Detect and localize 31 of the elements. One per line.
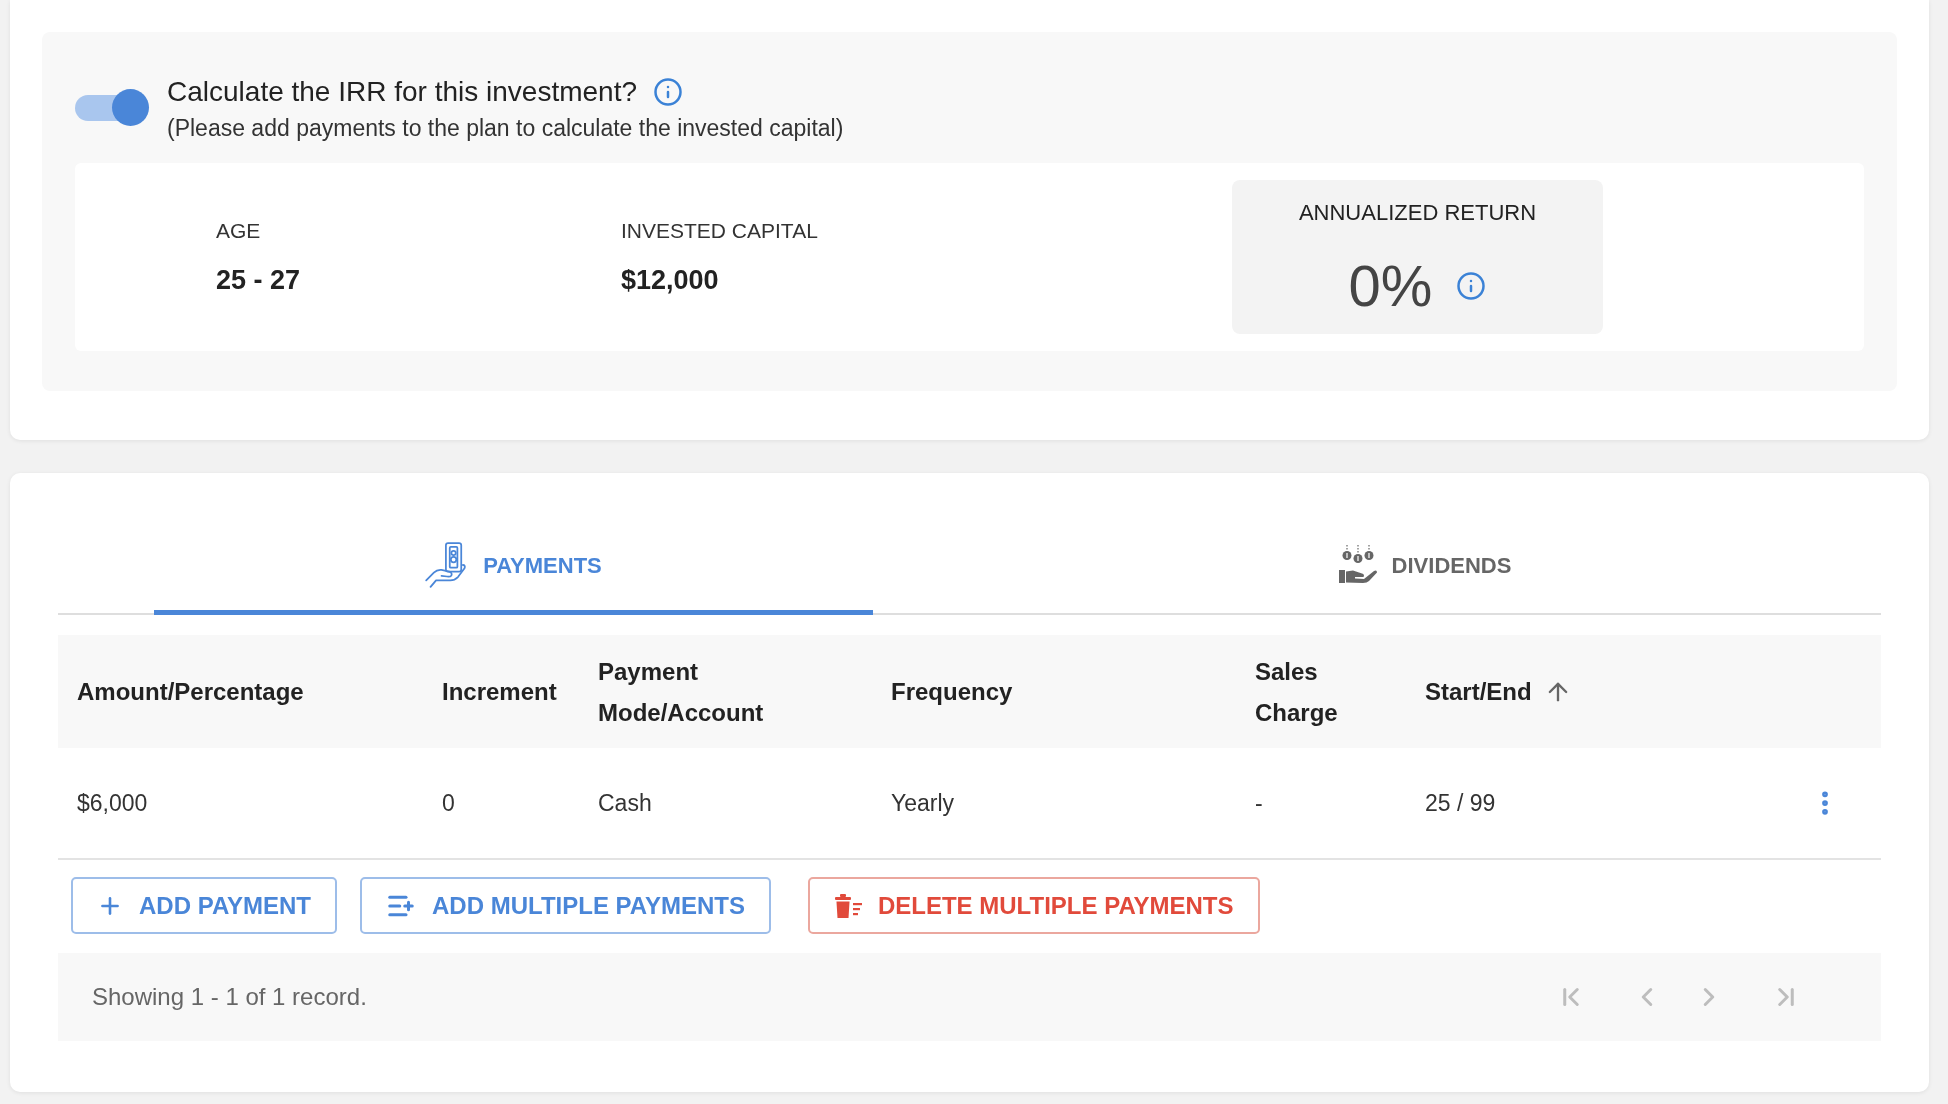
- stat-label: AGE: [216, 218, 262, 244]
- column-header[interactable]: Increment: [442, 671, 598, 712]
- column-header[interactable]: Start/End: [1425, 671, 1795, 712]
- table-cell-text: $6,000: [77, 789, 148, 818]
- trash-icon: [833, 893, 862, 918]
- toggle-switch[interactable]: [75, 89, 149, 126]
- return-label: ANNUALIZED RETURN: [1298, 199, 1537, 227]
- table-cell-text: -: [1255, 789, 1263, 818]
- table-cell-text: Yearly: [891, 789, 955, 818]
- hand-with-coins-icon: [1337, 545, 1378, 585]
- tab[interactable]: PAYMENTS: [154, 520, 873, 615]
- table-cell-text: 0: [442, 789, 455, 818]
- column-header[interactable]: Payment Mode/Account: [598, 650, 798, 733]
- tab[interactable]: DIVIDENDS: [1065, 520, 1784, 615]
- column-header[interactable]: Frequency: [891, 671, 1255, 712]
- info-icon[interactable]: [1456, 271, 1487, 301]
- table-cell-text: 25 / 99: [1425, 789, 1496, 818]
- table-cell-text: Cash: [598, 789, 652, 818]
- add-multiple-button[interactable]: ADD MULTIPLE PAYMENTS: [360, 877, 771, 934]
- column-header[interactable]: Sales Charge: [1255, 650, 1365, 733]
- hint-text: (Please add payments to the plan to calculate the invested capital): [167, 114, 844, 143]
- column-header[interactable]: Amount/Percentage: [77, 671, 442, 712]
- info-icon[interactable]: [653, 77, 683, 107]
- return-value: 0%: [1348, 254, 1433, 318]
- delete-multiple-button[interactable]: DELETE MULTIPLE PAYMENTS: [807, 877, 1260, 934]
- stat-value: $12,000: [621, 264, 720, 297]
- stat-label: INVESTED CAPITAL: [621, 218, 819, 244]
- record-count: Showing 1 - 1 of 1 record.: [92, 982, 367, 1012]
- irr-question: Calculate the IRR for this investment?: [167, 75, 637, 109]
- add-payment-button[interactable]: ADD PAYMENT: [71, 877, 338, 934]
- stat-value: 25 - 27: [216, 264, 302, 297]
